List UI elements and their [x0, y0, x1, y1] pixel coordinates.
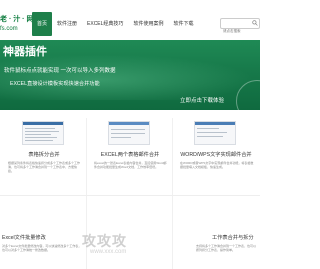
banner-subtitle-2: EXCEL直接设计模板实现快速合并功能: [10, 81, 100, 87]
card-title[interactable]: 工作表合并与拆分: [212, 234, 254, 241]
search-input[interactable]: [221, 26, 251, 36]
banner-subtitle: 软件鼠标点点就能实现 一次可以导入多列数据: [4, 68, 116, 74]
row-divider: [0, 195, 260, 196]
logo-domain: fs.com: [0, 26, 18, 32]
card-thumbnail: [194, 121, 236, 145]
feature-card[interactable]: WORD/WPS文字实现邮件合并 在WORD或者WPS文字中实现邮件合并功能，将…: [174, 118, 258, 194]
card-description: 根据某列条件将表格快速拆分成多个工作表或多个工作簿，也可将多个工作簿合并到一个工…: [8, 161, 81, 173]
search-icon[interactable]: [252, 20, 258, 26]
watermark-url: www.xxx.com: [90, 249, 127, 255]
search-box: [220, 18, 260, 36]
card-thumbnail: [22, 121, 64, 145]
card-description: 对多个Excel文件批量修改内容，可以快速修改多个工作表，也可以对多个工作簿统一…: [2, 244, 82, 252]
watermark-text: 攻攻攻: [82, 233, 127, 249]
nav-item-register[interactable]: 软件注册: [52, 12, 82, 36]
download-cta-link[interactable]: 立即点击下载体验: [180, 96, 224, 104]
watermark: 攻攻攻 www.xxx.com: [76, 228, 186, 258]
card-description: 将excel的一张表Excel表格内容合并，直接使用Word邮件合并功能批量生成…: [94, 161, 167, 169]
feature-card[interactable]: EXCEL两个表格邮件合并 将excel的一张表Excel表格内容合并，直接使用…: [88, 118, 172, 194]
card-description: 在WORD或者WPS文字中实现邮件合并功能，将表格数据批量填入文档模板，快速生成…: [180, 161, 254, 169]
main-nav: 首页 软件注册 EXCEL经典技巧 软件使用案例 软件下载: [32, 12, 198, 36]
hero-banner[interactable]: 神器插件 软件鼠标点点就能实现 一次可以导入多列数据 EXCEL直接设计模板实现…: [0, 40, 260, 110]
card-title: 表格拆分合并: [28, 152, 60, 158]
nav-item-download[interactable]: 软件下载: [168, 12, 198, 36]
feature-card[interactable]: 表格拆分合并 根据某列条件将表格快速拆分成多个工作表或多个工作簿，也可将多个工作…: [2, 118, 86, 194]
nav-item-excel-tips[interactable]: EXCEL经典技巧: [82, 12, 128, 36]
nav-item-cases[interactable]: 软件使用案例: [128, 12, 168, 36]
card-title: WORD/WPS文字实现邮件合并: [180, 152, 252, 158]
card-title: EXCEL两个表格邮件合并: [100, 152, 160, 158]
nav-item-home[interactable]: 首页: [32, 12, 53, 36]
card-thumbnail: [108, 121, 150, 145]
card-description: 支持将多个工作簿合并到一个工作表，也可以按列拆分工作表，操作简单。: [196, 244, 257, 252]
logo-text: 老 · 汁 · 网: [0, 16, 34, 23]
banner-title: 神器插件: [3, 46, 47, 58]
card-title[interactable]: Excel文件批量修改: [2, 234, 46, 241]
